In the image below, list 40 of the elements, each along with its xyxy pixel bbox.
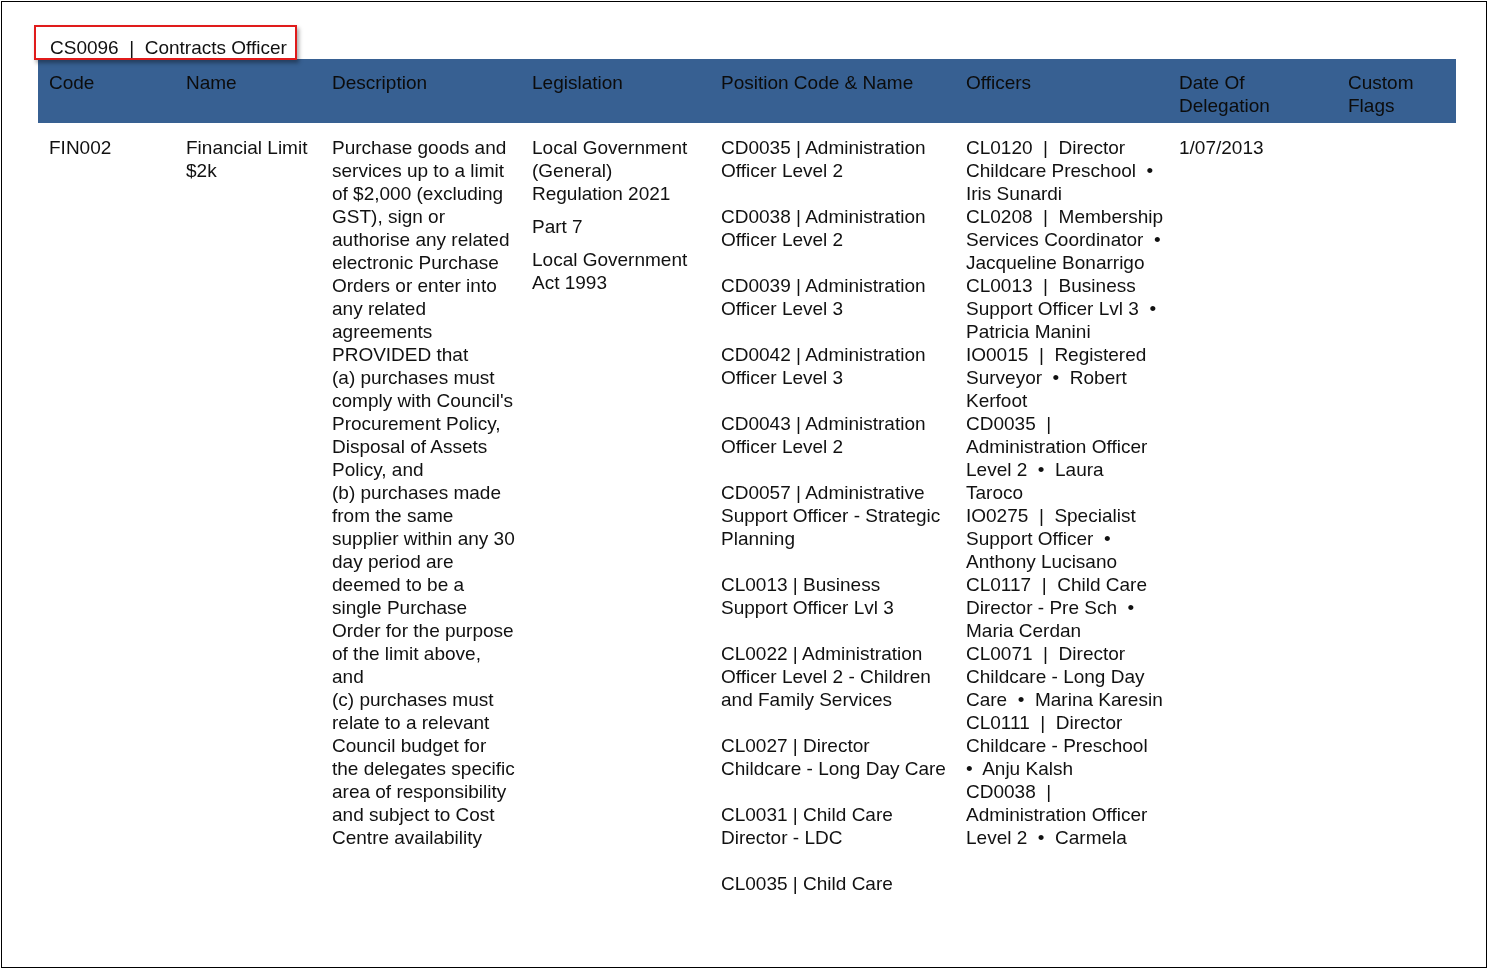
position-text: CL0035 | Child Care: [721, 872, 894, 895]
position-text: CD0035 | Administration Officer Level 2: [721, 136, 927, 182]
position-text: CD0038 | Administration Officer Level 2: [721, 205, 927, 251]
legislation-text: Local Government (General) Regulation 2021: [532, 136, 689, 205]
column-header: Date Of Delegation: [1168, 59, 1337, 123]
description-text: (a) purchases must comply with Council's Procurement Policy, Disposal of Assets Policy, and: [332, 366, 515, 481]
officer-text: CL0013 | Business Support Officer Lvl 3 • Patricia Manini: [966, 274, 1158, 343]
name-text: Financial Limit $2k: [186, 136, 309, 182]
officer-text: CD0038 | Administration Officer Level 2 • Carmela: [966, 780, 1149, 849]
officer-text: IO0275 | Specialist Support Officer • Anthony Lucisano: [966, 504, 1137, 573]
officer-text: CL0071 | Director Childcare - Long Day Care • Marina Karesin: [966, 642, 1164, 711]
legislation-text: Part 7: [532, 215, 584, 238]
description-text: (c) purchases must relate to a relevant Council budget for the delegates specific area of responsibility and subject to Cost Centre availability: [332, 688, 516, 849]
officer-text: CL0208 | Membership Services Coordinator • Jacqueline Bonarrigo: [966, 205, 1164, 274]
position-text: CL0031 | Child Care Director - LDC: [721, 803, 894, 849]
position-text: CL0022 | Administration Officer Level 2 - Children and Family Services: [721, 642, 932, 711]
position-text: CD0057 | Administrative Support Officer - Strategic Planning: [721, 481, 942, 550]
position-text: CD0042 | Administration Officer Level 3: [721, 343, 927, 389]
column-header: Code: [38, 59, 175, 123]
column-header: Officers: [955, 59, 1168, 123]
position-text: CD0039 | Administration Officer Level 3: [721, 274, 927, 320]
code-text: FIN002: [49, 136, 113, 159]
section-title: CS0096 | Contracts Officer: [34, 25, 297, 60]
description-text: Purchase goods and services up to a limit of $2,000 (excluding GST), sign or authorise any related electronic Purchase Orders or enter into any related agreements PROVIDED that: [332, 136, 511, 366]
column-header: Legislation: [521, 59, 710, 123]
officer-text: IO0015 | Registered Surveyor • Robert Kerfoot: [966, 343, 1148, 412]
date-text: 1/07/2013: [1179, 136, 1265, 159]
position-text: CD0043 | Administration Officer Level 2: [721, 412, 927, 458]
column-header: Name: [175, 59, 321, 123]
officer-text: CD0035 | Administration Officer Level 2 • Laura Taroco: [966, 412, 1149, 504]
legislation-text: Local Government Act 1993: [532, 248, 689, 294]
column-header: Description: [321, 59, 521, 123]
officer-text: CL0111 | Director Childcare - Preschool • Anju Kalsh: [966, 711, 1149, 780]
position-text: CL0013 | Business Support Officer Lvl 3: [721, 573, 895, 619]
position-text: CL0027 | Director Childcare - Long Day Care: [721, 734, 947, 780]
description-text: (b) purchases made from the same supplier within any 30 day period are deemed to be a single Purchase Order for the purpose of the limit above, and: [332, 481, 516, 688]
officer-text: CL0117 | Child Care Director - Pre Sch • Maria Cerdan: [966, 573, 1148, 642]
officer-text: CL0120 | Director Childcare Preschool • Iris Sunardi: [966, 136, 1155, 205]
column-header: Position Code & Name: [710, 59, 955, 123]
column-header: Custom Flags: [1337, 59, 1456, 123]
